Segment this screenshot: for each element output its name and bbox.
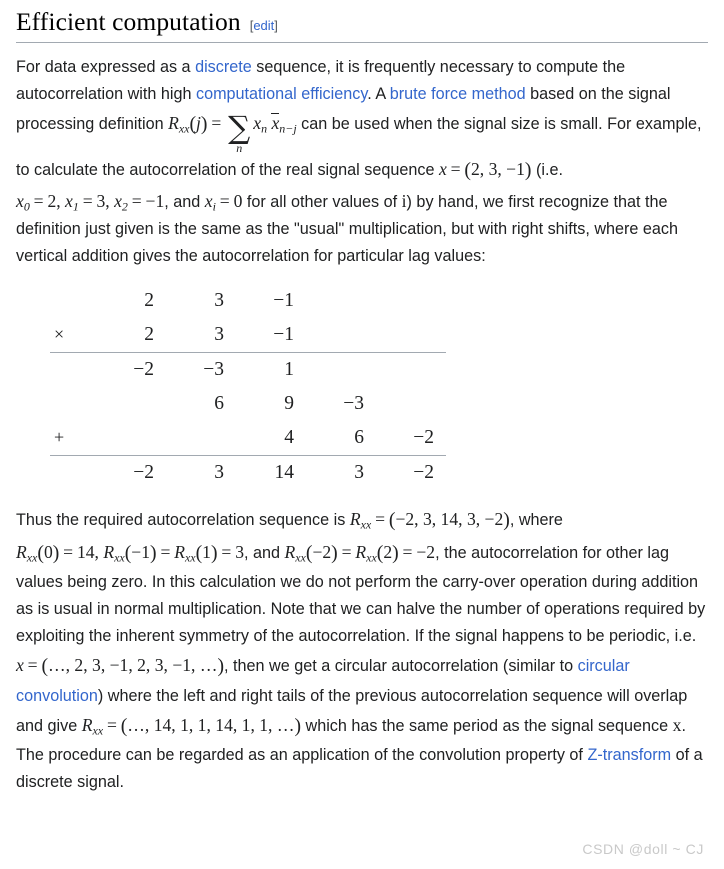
table-row-partial-product: 6 9 −3 [50, 387, 446, 421]
page-title: Efficient computation [16, 7, 241, 36]
formula-Rxx-2: Rxx(2) = −2 [355, 541, 436, 565]
cell: −2 [96, 351, 166, 387]
text-run: (i.e. [531, 161, 563, 180]
cell: −3 [343, 392, 364, 414]
cell [306, 318, 376, 353]
cell: 3 [214, 323, 224, 345]
operator-cell [50, 284, 96, 318]
text-run: for all other values of [242, 192, 402, 211]
formula-periodic-x: x = (…, 2, 3, −1, 2, 3, −1, …) [16, 655, 224, 678]
table-row-partial-product: −2 −3 1 [50, 351, 446, 387]
cell: 4 [284, 426, 294, 448]
long-multiplication-table: 2 3 −1 × 2 3 −1 −2 −3 1 6 9 −3 + 4 6 −2 … [50, 284, 446, 490]
formula-sequence-x: x = (2, 3, −1) [438, 159, 532, 182]
cell: 2 [144, 323, 154, 345]
cell [96, 387, 166, 421]
text-run: . A [367, 84, 390, 103]
cell [166, 421, 236, 456]
section-heading: Efficient computation [edit] [16, 0, 708, 43]
text-run: , and [164, 192, 205, 211]
cell: 6 [354, 426, 364, 448]
cell [376, 318, 446, 353]
long-multiplication-block: 2 3 −1 × 2 3 −1 −2 −3 1 6 9 −3 + 4 6 −2 … [16, 284, 708, 490]
formula-circular-Rxx: Rxx = (…, 14, 1, 1, 14, 1, 1, …) [81, 714, 301, 738]
formula-Rxx-minus2: Rxx(−2) = [284, 541, 352, 565]
edit-section-link-wrapper: [edit] [250, 18, 278, 33]
cell: −2 [376, 454, 446, 490]
text-run: For data expressed as a [16, 57, 196, 76]
cell [306, 284, 376, 318]
cell: 1 [236, 351, 306, 387]
edit-close-bracket: ] [274, 18, 278, 33]
cell: 6 [214, 392, 224, 414]
formula-autocorrelation-definition: Rxx(j) = ∑ n xn xn−j [168, 109, 297, 156]
operator-cell [50, 454, 96, 490]
edit-link[interactable]: edit [253, 18, 274, 33]
cell: 3 [306, 454, 376, 490]
comma-sep: , [105, 190, 115, 211]
cell: 3 [166, 454, 236, 490]
text-run: which has the same period as the signal … [301, 716, 673, 735]
table-body: 2 3 −1 × 2 3 −1 −2 −3 1 6 9 −3 + 4 6 −2 … [50, 284, 446, 490]
text-run: , and [243, 543, 285, 562]
text-run: , then we get a circular autocorrelation… [224, 657, 578, 676]
operator-cell [50, 351, 96, 387]
formula-x0: x0 = 2 [16, 190, 57, 214]
cell: 9 [284, 392, 294, 414]
multiply-operator: × [54, 324, 65, 345]
cell: −1 [273, 323, 294, 345]
formula-xi: xi = 0 [204, 190, 243, 214]
cell [96, 421, 166, 456]
cell [376, 284, 446, 318]
cell: −2 [413, 426, 434, 448]
formula-x1: x1 = 3 [65, 190, 106, 214]
comma-sep: , [56, 190, 66, 211]
table-row: 2 3 −1 [50, 284, 446, 318]
cell: 3 [214, 289, 224, 311]
link-discrete[interactable]: discrete [195, 58, 252, 76]
formula-Rxx-sequence: Rxx = (−2, 3, 14, 3, −2) [349, 508, 510, 532]
plus-operator: + [54, 427, 65, 448]
link-brute-force-method[interactable]: brute force method [390, 85, 526, 103]
formula-Rxx-0: Rxx(0) = 14 [16, 541, 95, 565]
text-run: , where [509, 511, 563, 530]
summation-symbol: ∑ n [228, 109, 251, 156]
cell [376, 351, 446, 387]
text-run: Thus the required autocorrelation sequen… [16, 511, 350, 530]
paragraph-intro: For data expressed as a discrete sequenc… [16, 54, 708, 270]
paragraph-conclusion: Thus the required autocorrelation sequen… [16, 504, 708, 796]
formula-Rxx-1: Rxx(1) = 3 [174, 541, 244, 565]
table-row-result: −2 3 14 3 −2 [50, 454, 446, 490]
operator-cell [50, 387, 96, 421]
link-z-transform[interactable]: Z-transform [587, 746, 671, 764]
cell: −3 [166, 351, 236, 387]
table-row-partial-product: + 4 6 −2 [50, 421, 446, 456]
watermark: CSDN @doll ~ CJ [582, 841, 704, 857]
formula-x2: x2 = −1 [114, 190, 165, 214]
cell [376, 387, 446, 421]
cell [306, 351, 376, 387]
cell: 14 [236, 454, 306, 490]
link-computational-efficiency[interactable]: computational efficiency [196, 85, 367, 103]
cell: −2 [96, 454, 166, 490]
cell: −1 [273, 289, 294, 311]
table-row: × 2 3 −1 [50, 318, 446, 353]
formula-Rxx-minus1: Rxx(−1) = [103, 541, 171, 565]
article-section: Efficient computation [edit] For data ex… [0, 0, 724, 869]
cell: 2 [144, 289, 154, 311]
